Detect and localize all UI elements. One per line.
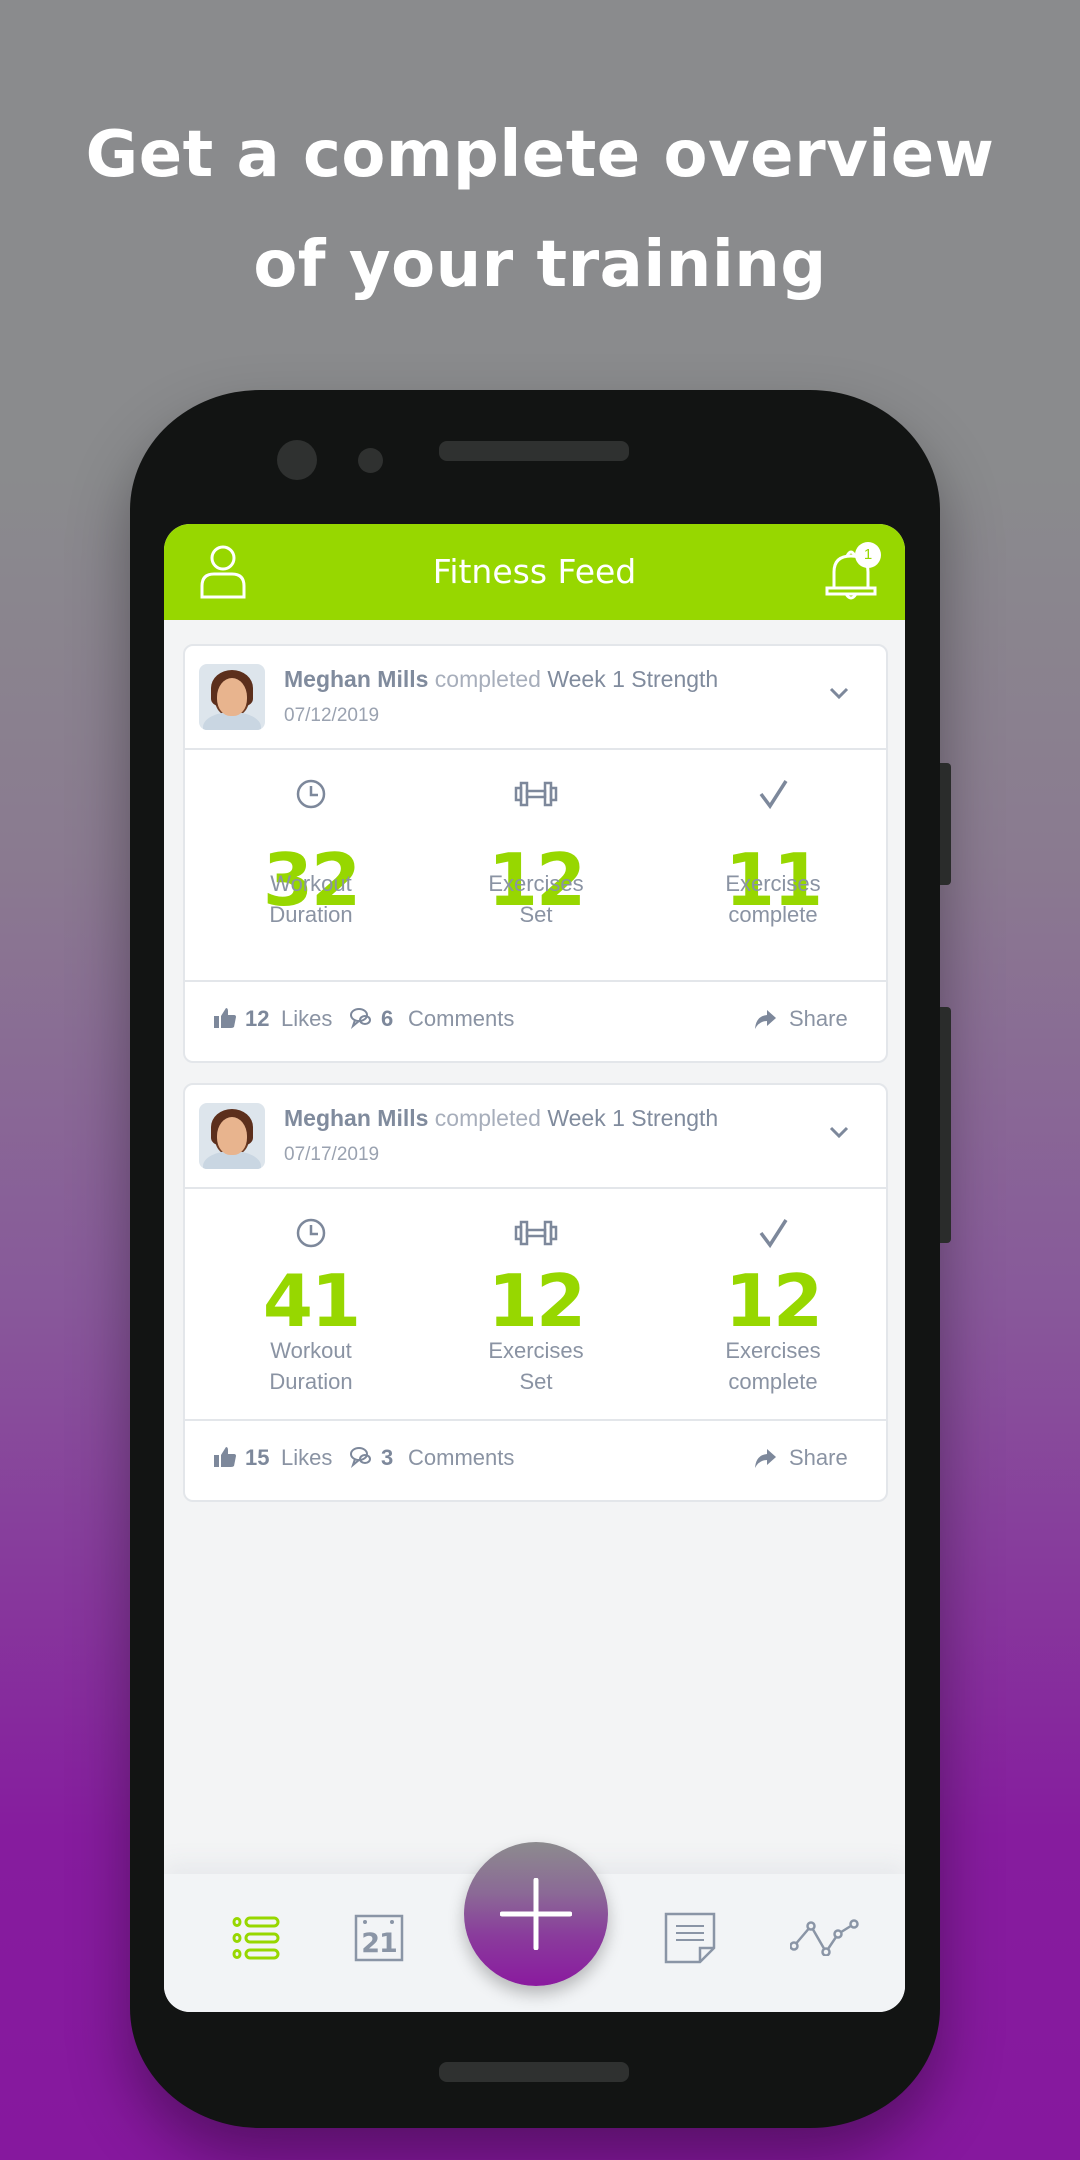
workout-stats: 41 Workout Duration 12 Exercises Set 12 Ex… — [185, 1189, 886, 1421]
dumbbell-icon — [514, 1220, 558, 1246]
likes-count: 15 — [245, 1445, 270, 1470]
line-chart-icon[interactable] — [790, 1916, 860, 1956]
stat-label: Workout Duration — [269, 871, 353, 927]
workout-stats: 32 Workout Duration 12 Exercises Set 11 Ex… — [185, 750, 886, 982]
phone-speaker-bottom — [439, 2062, 629, 2082]
social-bar: 12 Likes 6 Comments Share — [185, 982, 886, 1061]
activity-verb: completed — [434, 666, 541, 692]
workout-name[interactable]: Week 1 Strength — [547, 1105, 718, 1131]
feed-card: Meghan Mills completed Week 1 Strength 0… — [183, 1083, 888, 1502]
clock-icon — [296, 1218, 326, 1248]
comment-icon[interactable] — [349, 1007, 373, 1029]
workout-name[interactable]: Week 1 Strength — [547, 666, 718, 692]
social-bar: 15 Likes 3 Comments Share — [185, 1421, 886, 1500]
notification-badge: 1 — [855, 542, 881, 568]
clock-icon — [296, 779, 326, 809]
stat-value: 12 — [724, 1259, 823, 1343]
avatar[interactable] — [199, 1103, 265, 1169]
calendar-day: 21 — [361, 1928, 398, 1959]
stat-exercises-set: 12 Exercises Set — [436, 1189, 636, 1421]
chevron-down-icon[interactable] — [828, 686, 850, 700]
app-title: Fitness Feed — [432, 552, 637, 591]
activity-summary: Meghan Mills completed Week 1 Strength — [284, 1105, 718, 1132]
plus-icon — [500, 1878, 572, 1950]
promo-headline: Get a complete overview of your training — [0, 100, 1080, 320]
card-header[interactable]: Meghan Mills completed Week 1 Strength 0… — [185, 1085, 886, 1189]
comments-count: 6 — [381, 1006, 394, 1031]
stat-exercises-complete: 12 Exercises complete — [673, 1189, 873, 1421]
stat-exercises-set: 12 Exercises Set — [436, 750, 636, 982]
list-icon[interactable] — [232, 1916, 282, 1960]
comments-label[interactable]: Comments — [408, 1445, 514, 1471]
phone-sensor — [358, 448, 383, 473]
app-screen: Fitness Feed 1 Meghan Mills completed We… — [164, 524, 905, 2012]
phone-volume-button — [940, 1007, 951, 1243]
comment-icon[interactable] — [349, 1446, 373, 1468]
stat-value: 12 — [487, 1259, 586, 1343]
stat-value: 41 — [262, 1259, 361, 1343]
share-icon[interactable] — [753, 1447, 777, 1469]
user-name[interactable]: Meghan Mills — [284, 666, 428, 692]
notes-icon[interactable] — [664, 1912, 716, 1964]
stat-label: Workout Duration — [269, 1338, 353, 1394]
phone-camera — [277, 440, 317, 480]
dumbbell-icon — [514, 781, 558, 807]
avatar[interactable] — [199, 664, 265, 730]
headline-line-1: Get a complete overview — [85, 118, 995, 192]
likes-label[interactable]: Likes — [281, 1006, 332, 1032]
app-bar: Fitness Feed 1 — [164, 524, 905, 620]
thumbs-up-icon[interactable] — [213, 1445, 237, 1469]
phone-speaker-top — [439, 441, 629, 461]
headline-line-2: of your training — [253, 228, 827, 302]
feed-card: Meghan Mills completed Week 1 Strength 0… — [183, 644, 888, 1063]
stat-workout-duration: 41 Workout Duration — [211, 1189, 411, 1421]
checkmark-icon — [759, 1219, 788, 1249]
stat-label: Exercises complete — [725, 871, 821, 927]
add-workout-button[interactable] — [464, 1842, 608, 1986]
thumbs-up-icon[interactable] — [213, 1006, 237, 1030]
comments-count: 3 — [381, 1445, 394, 1470]
stat-label: Exercises Set — [488, 1338, 584, 1394]
user-name[interactable]: Meghan Mills — [284, 1105, 428, 1131]
share-icon[interactable] — [753, 1008, 777, 1030]
stat-label: Exercises Set — [488, 871, 584, 927]
stat-exercises-complete: 11 Exercises complete — [673, 750, 873, 982]
profile-icon[interactable] — [198, 544, 248, 600]
stat-label: Exercises complete — [725, 1338, 821, 1394]
card-header[interactable]: Meghan Mills completed Week 1 Strength 0… — [185, 646, 886, 750]
comments-label[interactable]: Comments — [408, 1006, 514, 1032]
activity-date: 07/17/2019 — [284, 1144, 380, 1165]
checkmark-icon — [759, 780, 788, 810]
likes-count: 12 — [245, 1006, 270, 1031]
likes-label[interactable]: Likes — [281, 1445, 332, 1471]
calendar-tab[interactable]: 21 — [354, 1914, 404, 1962]
activity-verb: completed — [434, 1105, 541, 1131]
activity-summary: Meghan Mills completed Week 1 Strength — [284, 666, 718, 693]
share-button[interactable]: Share — [789, 1006, 848, 1032]
share-button[interactable]: Share — [789, 1445, 848, 1471]
stat-workout-duration: 32 Workout Duration — [211, 750, 411, 982]
activity-date: 07/12/2019 — [284, 705, 380, 726]
phone-power-button — [940, 763, 951, 885]
chevron-down-icon[interactable] — [828, 1125, 850, 1139]
